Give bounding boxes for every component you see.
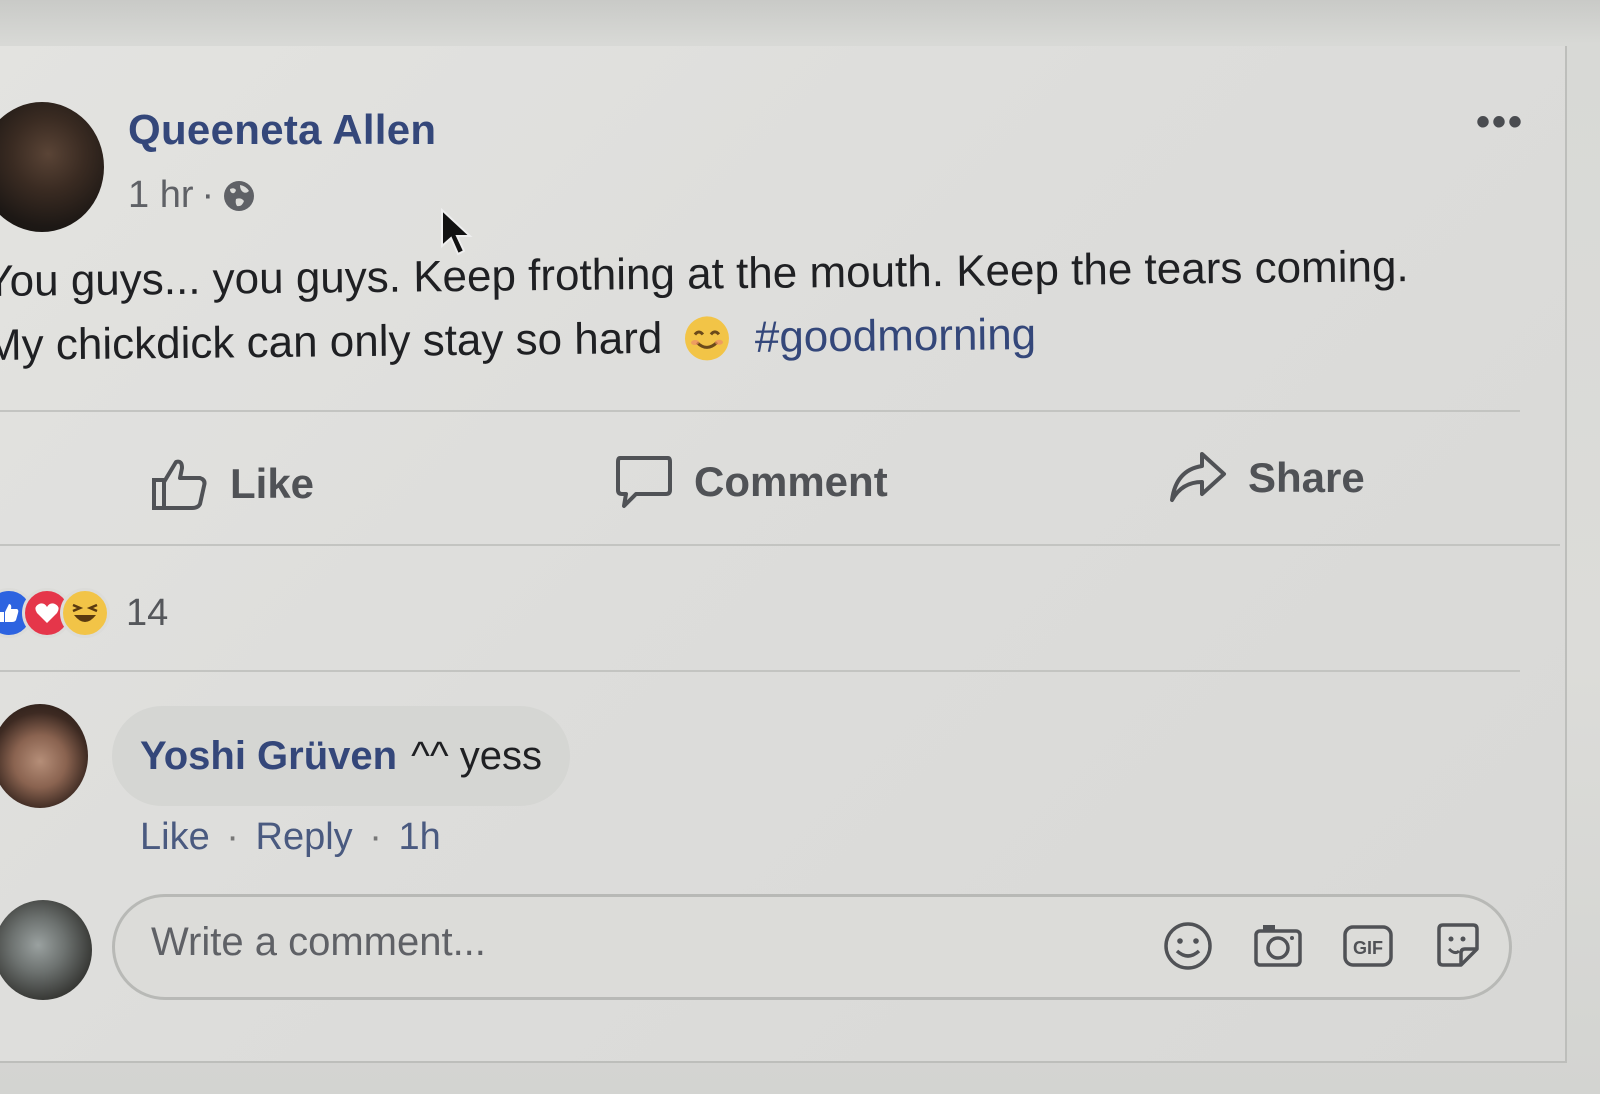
screen: Queeneta Allen 1 hr · ••• You guys... yo…: [0, 0, 1600, 1094]
post-meta: 1 hr ·: [128, 174, 256, 217]
haha-reaction-icon: [60, 588, 110, 638]
comment-text: ^^ yess: [411, 733, 542, 778]
reaction-count[interactable]: 14: [126, 592, 168, 635]
thumbs-up-icon: [152, 459, 207, 510]
gif-icon[interactable]: GIF: [1341, 919, 1395, 973]
camera-icon[interactable]: [1251, 919, 1305, 973]
comment-bubble: Yoshi Grüven ^^ yess: [112, 706, 570, 806]
sticker-icon[interactable]: [1431, 919, 1485, 973]
share-button[interactable]: Share: [1168, 448, 1365, 508]
post-time[interactable]: 1 hr: [128, 174, 193, 217]
comment-actions: Like · Reply · 1h: [140, 816, 441, 859]
post-text-line-2-text: My chickdick can only stay so hard: [0, 313, 663, 370]
divider-bottom: [0, 670, 1520, 672]
like-label: Like: [230, 460, 315, 507]
svg-text:GIF: GIF: [1353, 938, 1383, 958]
like-button[interactable]: Like: [150, 454, 314, 514]
post-body: You guys... you guys. Keep frothing at t…: [0, 234, 1545, 378]
emoji-icon[interactable]: [1161, 919, 1215, 973]
divider-middle: [0, 544, 1560, 546]
comment-input[interactable]: [149, 919, 1053, 966]
action-bar: Like Comment Share: [0, 440, 1560, 530]
comment-separator-2: ·: [369, 816, 382, 858]
comment-reply-link[interactable]: Reply: [256, 816, 353, 858]
author-name[interactable]: Queeneta Allen: [128, 106, 436, 154]
comment-composer[interactable]: GIF: [112, 894, 1512, 1000]
meta-separator: ·: [201, 174, 215, 216]
comment-icon: [616, 456, 672, 508]
comment-author[interactable]: Yoshi Grüven: [140, 734, 397, 779]
hashtag-link[interactable]: #goodmorning: [755, 310, 1037, 362]
comment-time[interactable]: 1h: [398, 816, 440, 858]
comment-separator-1: ·: [226, 816, 239, 858]
globe-icon[interactable]: [222, 179, 256, 213]
reaction-summary[interactable]: 14: [0, 588, 168, 638]
comment-button[interactable]: Comment: [614, 452, 888, 512]
divider-top: [0, 410, 1520, 412]
comment-label: Comment: [694, 458, 888, 505]
share-icon: [1170, 452, 1226, 502]
comment-like-link[interactable]: Like: [140, 816, 210, 858]
more-options-icon[interactable]: •••: [1476, 100, 1524, 145]
smiling-face-emoji: [684, 316, 729, 361]
share-label: Share: [1248, 454, 1365, 501]
